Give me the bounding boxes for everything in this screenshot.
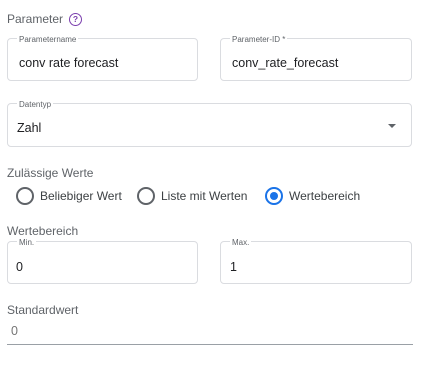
radio-value-list-label: Liste mit Werten (161, 189, 248, 203)
data-type-value: Zahl (17, 121, 42, 135)
dropdown-arrow-icon (388, 124, 396, 128)
parameter-name-label: Parametername (17, 35, 79, 44)
default-value-heading: Standardwert (7, 303, 79, 317)
parameter-id-field[interactable]: Parameter-ID * conv_rate_forecast (220, 35, 412, 81)
radio-any-value-label: Beliebiger Wert (40, 189, 122, 203)
parameter-id-value: conv_rate_forecast (232, 56, 339, 70)
help-icon[interactable]: ? (69, 12, 83, 26)
radio-any-value[interactable]: Beliebiger Wert (16, 187, 122, 205)
max-field[interactable]: Max. 1 (220, 238, 412, 284)
min-value: 0 (16, 260, 23, 274)
data-type-select[interactable]: Datentyp Zahl (7, 100, 412, 147)
radio-value-range[interactable]: Wertebereich (265, 187, 360, 205)
min-label: Min. (17, 238, 37, 247)
parameter-name-value: conv rate forecast (19, 56, 119, 70)
default-value-value: 0 (11, 324, 18, 338)
data-type-label: Datentyp (17, 100, 54, 109)
parameter-header: Parameter ? (7, 12, 83, 26)
radio-value-list[interactable]: Liste mit Werten (137, 187, 247, 205)
max-value: 1 (230, 260, 237, 274)
default-value-input[interactable]: 0 (7, 319, 413, 345)
min-field[interactable]: Min. 0 (7, 238, 198, 284)
radio-value-range-label: Wertebereich (289, 189, 361, 203)
radio-unchecked-icon (137, 187, 155, 205)
parameter-name-field[interactable]: Parametername conv rate forecast (7, 35, 198, 81)
max-label: Max. (230, 238, 252, 247)
parameter-heading: Parameter (7, 12, 64, 26)
radio-unchecked-icon (16, 187, 34, 205)
value-range-heading: Wertebereich (7, 224, 79, 238)
radio-checked-icon (265, 187, 283, 205)
parameter-id-label: Parameter-ID * (230, 35, 288, 44)
allowed-values-heading: Zulässige Werte (7, 166, 94, 180)
